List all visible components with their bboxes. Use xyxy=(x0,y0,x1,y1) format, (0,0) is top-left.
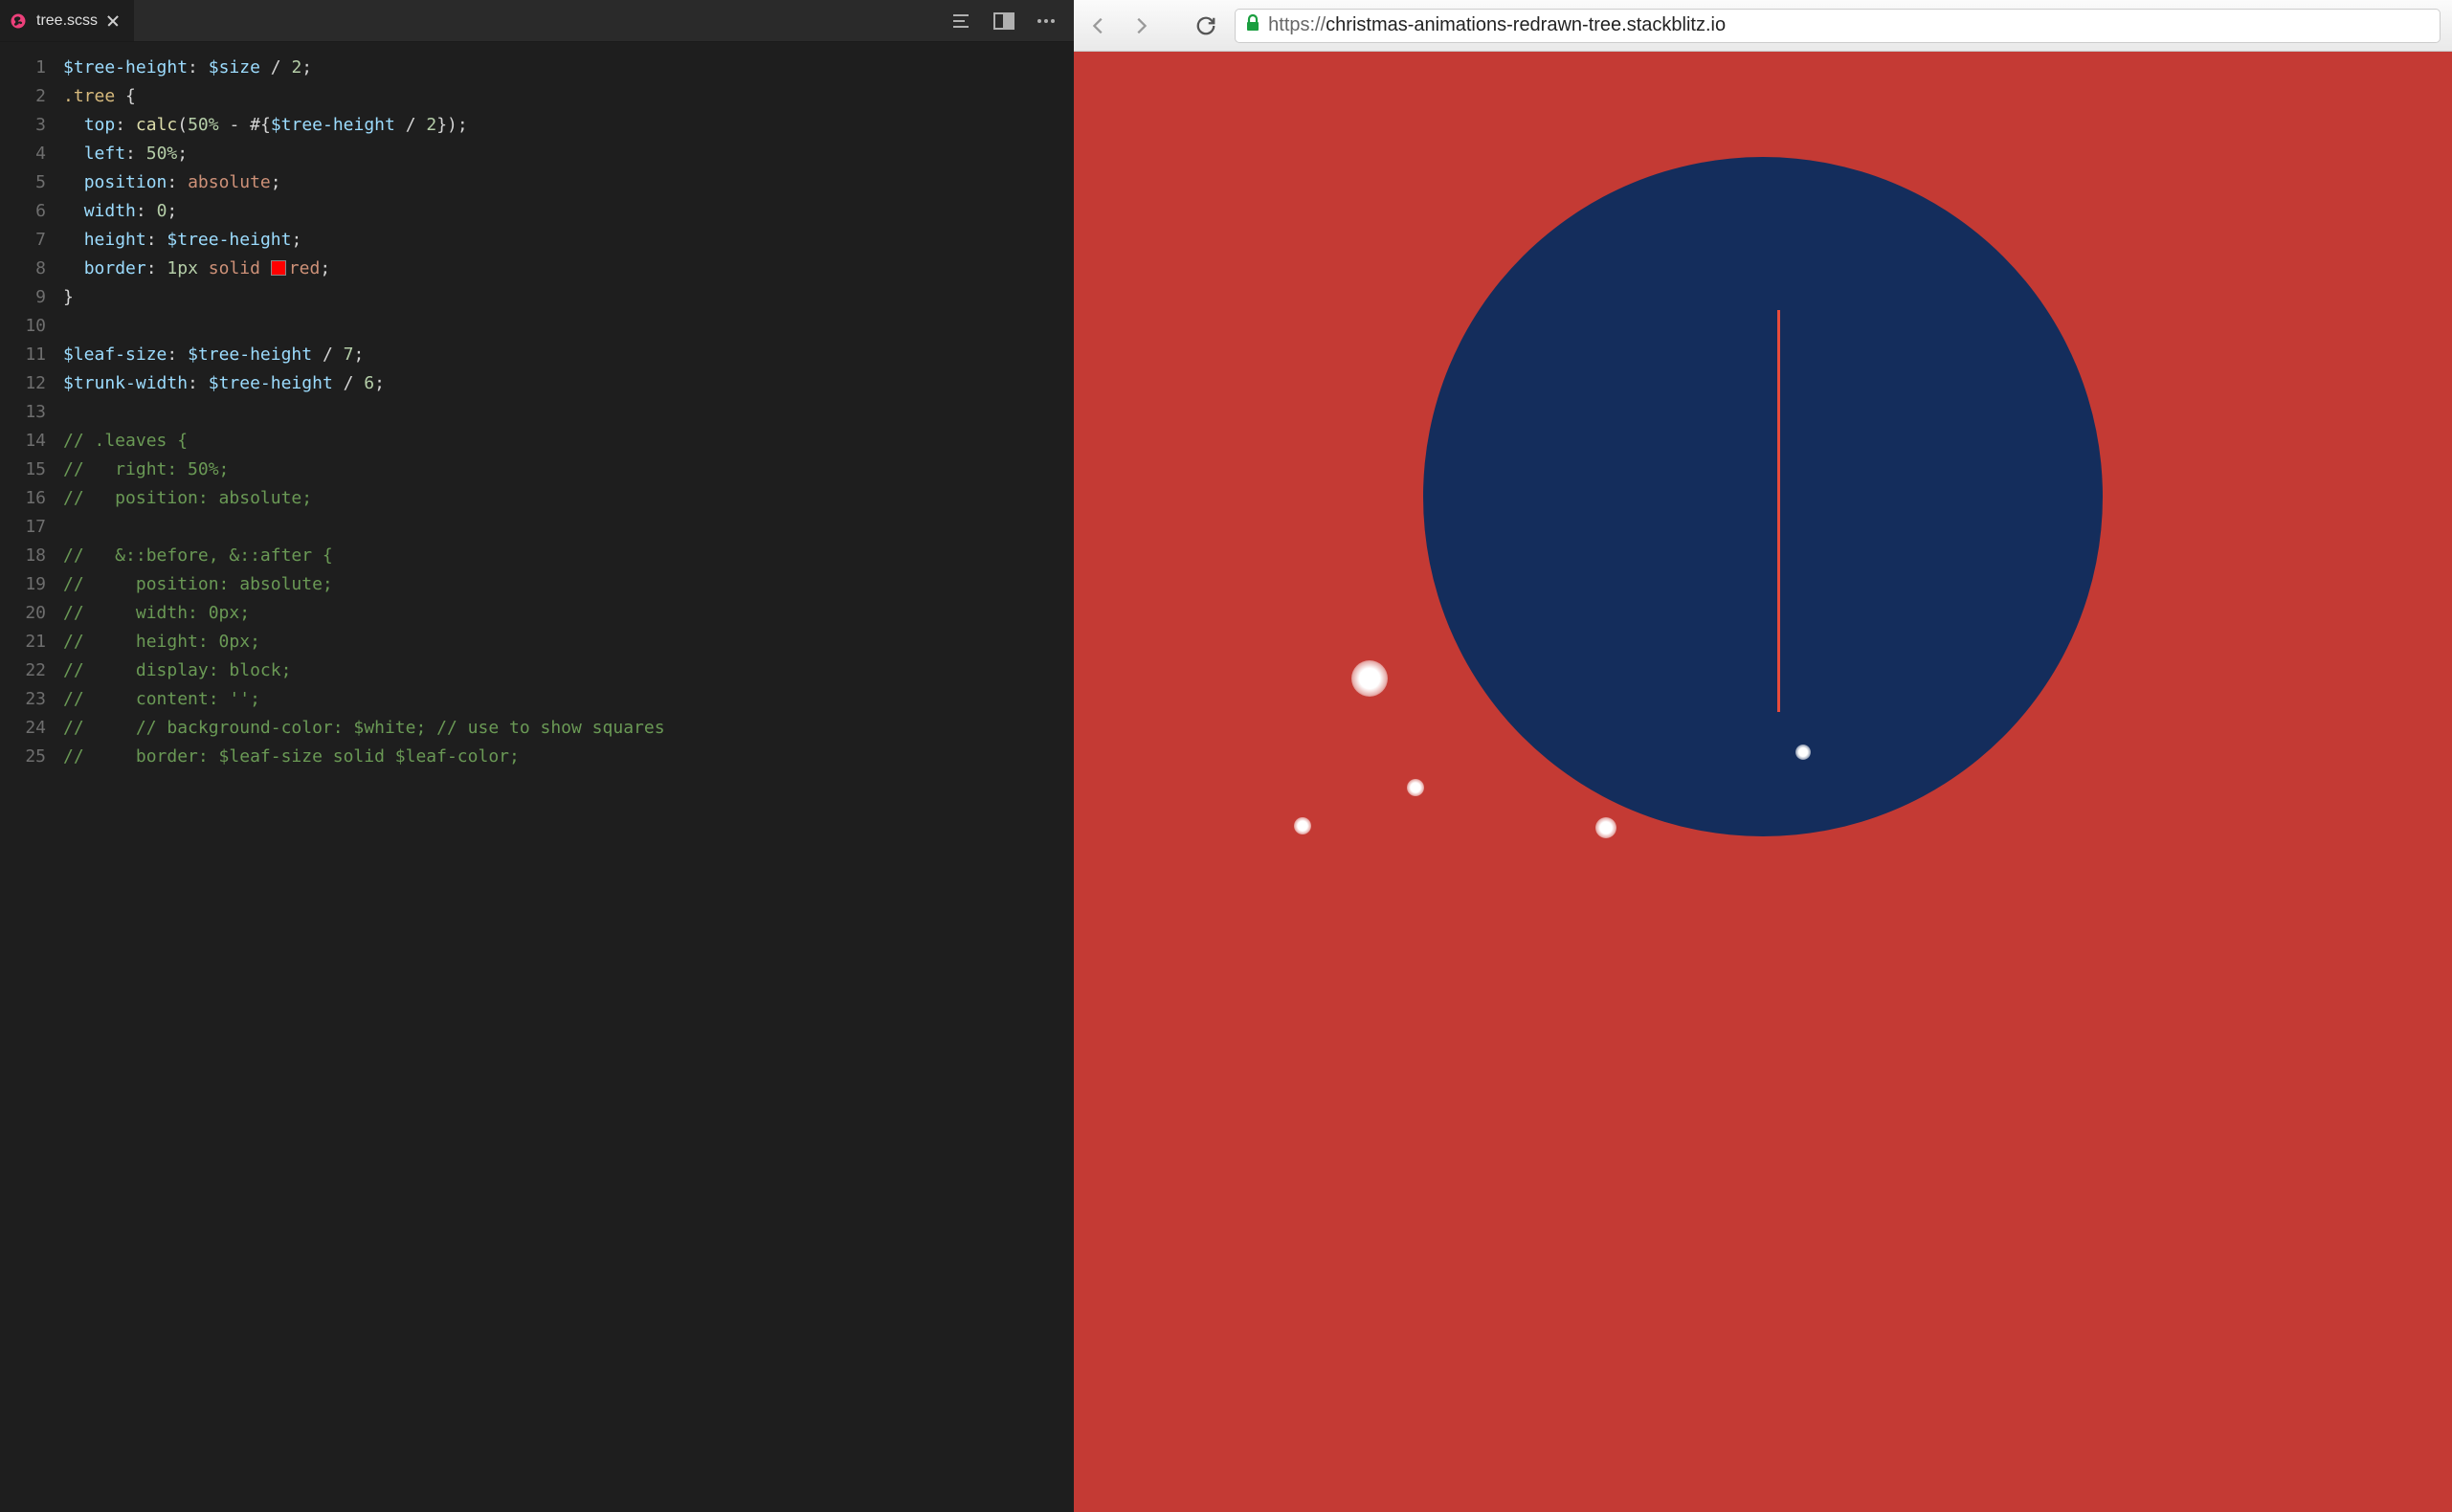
code-line[interactable]: height: $tree-height; xyxy=(63,226,1074,255)
address-bar[interactable]: https://christmas-animations-redrawn-tre… xyxy=(1235,9,2441,43)
back-button[interactable] xyxy=(1085,12,1112,39)
line-number: 24 xyxy=(0,714,46,743)
line-number: 8 xyxy=(0,255,46,283)
code-line[interactable]: width: 0; xyxy=(63,197,1074,226)
tab-bar: tree.scss xyxy=(0,0,1074,42)
list-icon[interactable] xyxy=(951,12,970,30)
code-line[interactable] xyxy=(63,513,1074,542)
preview-snowflake xyxy=(1351,660,1388,697)
code-line[interactable]: // content: ''; xyxy=(63,685,1074,714)
file-tab-label: tree.scss xyxy=(36,12,98,30)
preview-snowflake xyxy=(1407,779,1424,796)
line-number: 18 xyxy=(0,542,46,570)
code-line[interactable]: left: 50%; xyxy=(63,140,1074,168)
editor-toolbar xyxy=(932,0,1074,41)
code-editor-panel: tree.scss 123456789101112131415161718192… xyxy=(0,0,1074,1512)
line-number: 10 xyxy=(0,312,46,341)
line-number: 2 xyxy=(0,82,46,111)
code-line[interactable]: // &::before, &::after { xyxy=(63,542,1074,570)
line-number: 1 xyxy=(0,54,46,82)
code-line[interactable]: .tree { xyxy=(63,82,1074,111)
code-editor-body[interactable]: 1234567891011121314151617181920212223242… xyxy=(0,42,1074,1512)
code-line[interactable]: position: absolute; xyxy=(63,168,1074,197)
line-number: 25 xyxy=(0,743,46,771)
browser-toolbar: https://christmas-animations-redrawn-tre… xyxy=(1074,0,2452,52)
code-line[interactable]: $trunk-width: $tree-height / 6; xyxy=(63,369,1074,398)
code-line[interactable]: // .leaves { xyxy=(63,427,1074,456)
code-line[interactable] xyxy=(63,312,1074,341)
line-number: 3 xyxy=(0,111,46,140)
line-number: 14 xyxy=(0,427,46,456)
code-line[interactable]: top: calc(50% - #{$tree-height / 2}); xyxy=(63,111,1074,140)
close-icon[interactable] xyxy=(107,15,119,27)
line-number: 21 xyxy=(0,628,46,656)
file-tab-tree-scss[interactable]: tree.scss xyxy=(0,0,134,41)
line-number: 16 xyxy=(0,484,46,513)
preview-snowflake xyxy=(1595,817,1616,838)
url-text: https://christmas-animations-redrawn-tre… xyxy=(1268,14,1726,36)
forward-button[interactable] xyxy=(1127,12,1154,39)
line-number: 22 xyxy=(0,656,46,685)
sass-icon xyxy=(10,12,27,30)
line-number: 15 xyxy=(0,456,46,484)
code-line[interactable]: // position: absolute; xyxy=(63,484,1074,513)
code-line[interactable]: // // background-color: $white; // use t… xyxy=(63,714,1074,743)
line-number: 7 xyxy=(0,226,46,255)
line-number: 4 xyxy=(0,140,46,168)
line-number: 23 xyxy=(0,685,46,714)
code-content[interactable]: $tree-height: $size / 2;.tree { top: cal… xyxy=(63,54,1074,1512)
code-line[interactable]: // width: 0px; xyxy=(63,599,1074,628)
preview-red-line xyxy=(1777,310,1780,712)
code-line[interactable]: $tree-height: $size / 2; xyxy=(63,54,1074,82)
line-numbers-gutter: 1234567891011121314151617181920212223242… xyxy=(0,54,63,1512)
line-number: 17 xyxy=(0,513,46,542)
code-line[interactable]: // display: block; xyxy=(63,656,1074,685)
code-line[interactable]: // border: $leaf-size solid $leaf-color; xyxy=(63,743,1074,771)
preview-snowflake xyxy=(1294,817,1311,834)
code-line[interactable]: $leaf-size: $tree-height / 7; xyxy=(63,341,1074,369)
lock-icon xyxy=(1245,14,1260,37)
code-line[interactable]: // height: 0px; xyxy=(63,628,1074,656)
code-line[interactable] xyxy=(63,398,1074,427)
code-line[interactable]: border: 1px solid red; xyxy=(63,255,1074,283)
line-number: 20 xyxy=(0,599,46,628)
line-number: 5 xyxy=(0,168,46,197)
line-number: 13 xyxy=(0,398,46,427)
line-number: 6 xyxy=(0,197,46,226)
code-line[interactable]: // position: absolute; xyxy=(63,570,1074,599)
reload-button[interactable] xyxy=(1193,12,1219,39)
more-icon[interactable] xyxy=(1037,19,1055,23)
line-number: 11 xyxy=(0,341,46,369)
line-number: 19 xyxy=(0,570,46,599)
code-line[interactable]: // right: 50%; xyxy=(63,456,1074,484)
color-swatch-icon xyxy=(271,260,286,276)
line-number: 12 xyxy=(0,369,46,398)
split-layout-icon[interactable] xyxy=(993,12,1014,30)
code-line[interactable]: } xyxy=(63,283,1074,312)
preview-circle xyxy=(1423,157,2103,836)
browser-preview-panel: https://christmas-animations-redrawn-tre… xyxy=(1074,0,2452,1512)
line-number: 9 xyxy=(0,283,46,312)
preview-viewport xyxy=(1074,52,2452,1512)
